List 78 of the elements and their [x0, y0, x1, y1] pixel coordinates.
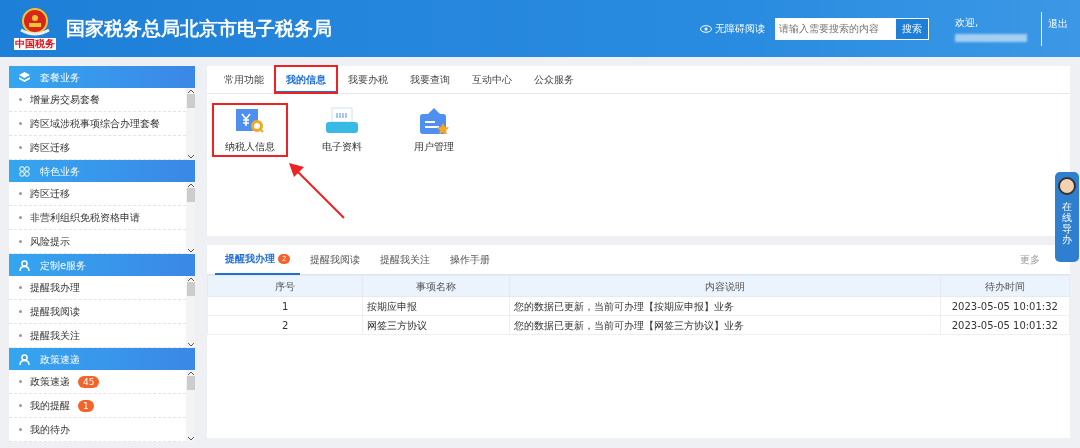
column-header: 内容说明: [509, 275, 941, 297]
search-field[interactable]: 请输入需要搜索的内容: [775, 17, 895, 40]
id-card-icon: [418, 106, 450, 135]
scroll-thumb[interactable]: [186, 376, 195, 390]
emblem-icon: [18, 7, 52, 38]
guide-widget[interactable]: 在线导办: [1055, 172, 1079, 262]
chevron-up-icon[interactable]: [186, 276, 195, 282]
tab[interactable]: 提醒我阅读: [300, 244, 371, 275]
table-cell: 1: [207, 296, 363, 316]
logo-text: 中国税务: [14, 37, 56, 50]
panel-title: 套餐业务: [40, 70, 80, 85]
table-cell: 2: [207, 315, 363, 335]
scrollbar[interactable]: [186, 182, 195, 254]
welcome-text: 欢迎,: [955, 16, 980, 30]
bullet-icon: [19, 310, 22, 313]
column-header: 待办时间: [940, 275, 1070, 297]
avatar-icon: [1058, 177, 1076, 195]
bullet-icon: [19, 286, 22, 289]
tab[interactable]: 提醒我关注: [370, 244, 441, 275]
bullet-icon: [19, 122, 22, 125]
bullet-icon: [19, 146, 22, 149]
panel-title: 政策速递: [40, 352, 80, 367]
grid-icon: [19, 165, 30, 177]
site-title: 国家税务总局北京市电子税务局: [66, 16, 332, 42]
scroll-thumb[interactable]: [186, 188, 195, 202]
chevron-up-icon[interactable]: [186, 182, 195, 188]
count-badge: 1: [78, 399, 94, 412]
tab[interactable]: 我要查询: [399, 66, 461, 93]
person-icon: [19, 353, 30, 365]
column-header: 事项名称: [362, 275, 510, 297]
table-cell: 您的数据已更新，当前可办理【按期应申报】业务: [509, 296, 941, 316]
bullet-icon: [19, 334, 22, 337]
tab[interactable]: 常用功能: [213, 66, 275, 93]
scrollbar[interactable]: [186, 88, 195, 160]
chevron-down-icon[interactable]: [186, 436, 195, 442]
bullet-icon: [19, 192, 22, 195]
accessibility-link[interactable]: 无障碍阅读: [700, 21, 765, 36]
scroll-thumb[interactable]: [186, 94, 195, 108]
bullet-icon: [19, 428, 22, 431]
table-cell: 2023-05-05 10:01:32: [940, 315, 1070, 335]
tab[interactable]: 互动中心: [461, 66, 523, 93]
column-header: 序号: [207, 275, 363, 297]
sidebar-item[interactable]: 政策速递 45: [9, 370, 186, 394]
scroll-thumb[interactable]: [186, 282, 195, 296]
arrow: [287, 162, 347, 220]
bullet-icon: [19, 240, 22, 243]
search-button[interactable]: 搜索: [895, 17, 929, 40]
tab[interactable]: 我的信息: [275, 66, 337, 93]
bullet-icon: [19, 216, 22, 219]
bullet-icon: [19, 380, 22, 383]
receipt-search-icon: [234, 106, 266, 135]
app-shortcut[interactable]: 用户管理: [397, 104, 471, 156]
tab[interactable]: 公众服务: [523, 66, 585, 93]
count-badge: 45: [78, 375, 100, 388]
scrollbar[interactable]: [186, 276, 195, 348]
panel-title: 特色业务: [40, 164, 80, 179]
eye-icon: [700, 24, 712, 33]
table-cell: 2023-05-05 10:01:32: [940, 296, 1070, 316]
table-cell: 按期应申报: [362, 296, 510, 316]
chevron-down-icon[interactable]: [186, 342, 195, 348]
tab[interactable]: 操作手册: [440, 244, 501, 275]
stack-icon: [19, 72, 30, 82]
tab[interactable]: 我要办税: [337, 66, 399, 93]
table-cell: 您的数据已更新，当前可办理【网签三方协议】业务: [509, 315, 941, 335]
app-shortcut[interactable]: 电子资料: [305, 104, 379, 156]
bullet-icon: [19, 98, 22, 101]
chevron-up-icon[interactable]: [186, 370, 195, 376]
chevron-up-icon[interactable]: [186, 88, 195, 94]
scrollbar[interactable]: [186, 370, 195, 442]
table-cell: 网签三方协议: [362, 315, 510, 335]
redacted-block: [955, 34, 1027, 42]
app-shortcut[interactable]: 纳税人信息: [213, 104, 287, 156]
chevron-down-icon[interactable]: [186, 248, 195, 254]
panel-title: 定制e服务: [40, 258, 87, 273]
scanner-icon: [325, 106, 359, 135]
bullet-icon: [19, 404, 22, 407]
person-icon: [19, 259, 30, 271]
chevron-down-icon[interactable]: [186, 154, 195, 160]
